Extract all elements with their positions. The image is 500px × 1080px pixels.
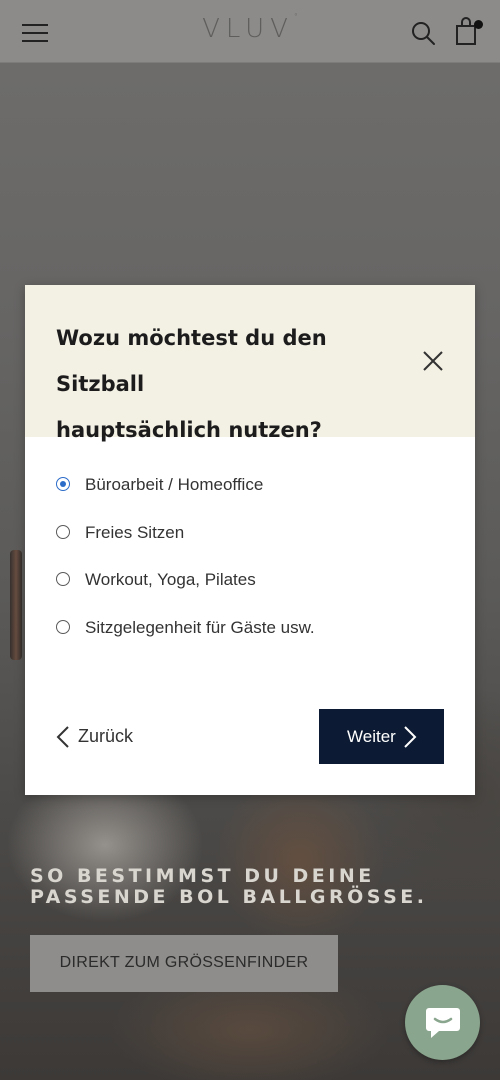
option-label: Freies Sitzen [85, 522, 185, 542]
close-icon[interactable] [421, 349, 445, 373]
option-label: Büroarbeit / Homeoffice [85, 475, 264, 494]
next-label: Weiter [347, 727, 396, 746]
hero-decor [10, 550, 22, 660]
radio-button[interactable] [56, 524, 70, 539]
chat-button[interactable] [405, 985, 480, 1060]
cart-badge [474, 20, 483, 29]
chevron-right-icon [404, 726, 417, 748]
hero-heading-line1: SO BESTIMMST DU DEINE [30, 865, 375, 887]
radio-button[interactable] [56, 619, 70, 634]
back-label: Zurück [78, 726, 134, 746]
search-icon[interactable] [410, 20, 436, 46]
modal-header: Wozu möchtest du den Sitzball hauptsächl… [25, 285, 475, 442]
radio-button[interactable] [56, 572, 70, 586]
next-button[interactable]: Weiter [319, 709, 444, 764]
option-label: Sitzgelegenheit für Gäste usw. [85, 617, 315, 637]
logo-mark: ° [293, 12, 298, 21]
cta-label: DIREKT ZUM GRÖSSENFINDER [59, 954, 309, 971]
size-finder-button[interactable]: DIREKT ZUM GRÖSSENFINDER [30, 935, 338, 992]
site-header: VLUV° [0, 0, 500, 63]
chat-bubble-icon [426, 1008, 460, 1038]
hero-heading-line2: PASSENDE BOL BALLGRÖSSE. [30, 886, 428, 908]
logo-text: VLUV [202, 14, 294, 44]
radio-button[interactable] [56, 477, 70, 491]
option-label: Workout, Yoga, Pilates [85, 570, 256, 589]
hero-heading: SO BESTIMMST DU DEINE PASSENDE BOL BALLG… [30, 866, 470, 908]
shopping-bag-icon[interactable] [454, 16, 484, 46]
modal-title: Wozu möchtest du den Sitzball hauptsächl… [56, 315, 396, 453]
modal-title-line1: Wozu möchtest du den Sitzball [56, 326, 327, 396]
modal-title-line2: hauptsächlich nutzen? [56, 418, 322, 442]
chevron-left-icon [56, 726, 69, 748]
quiz-modal: Wozu möchtest du den Sitzball hauptsächl… [25, 285, 475, 795]
